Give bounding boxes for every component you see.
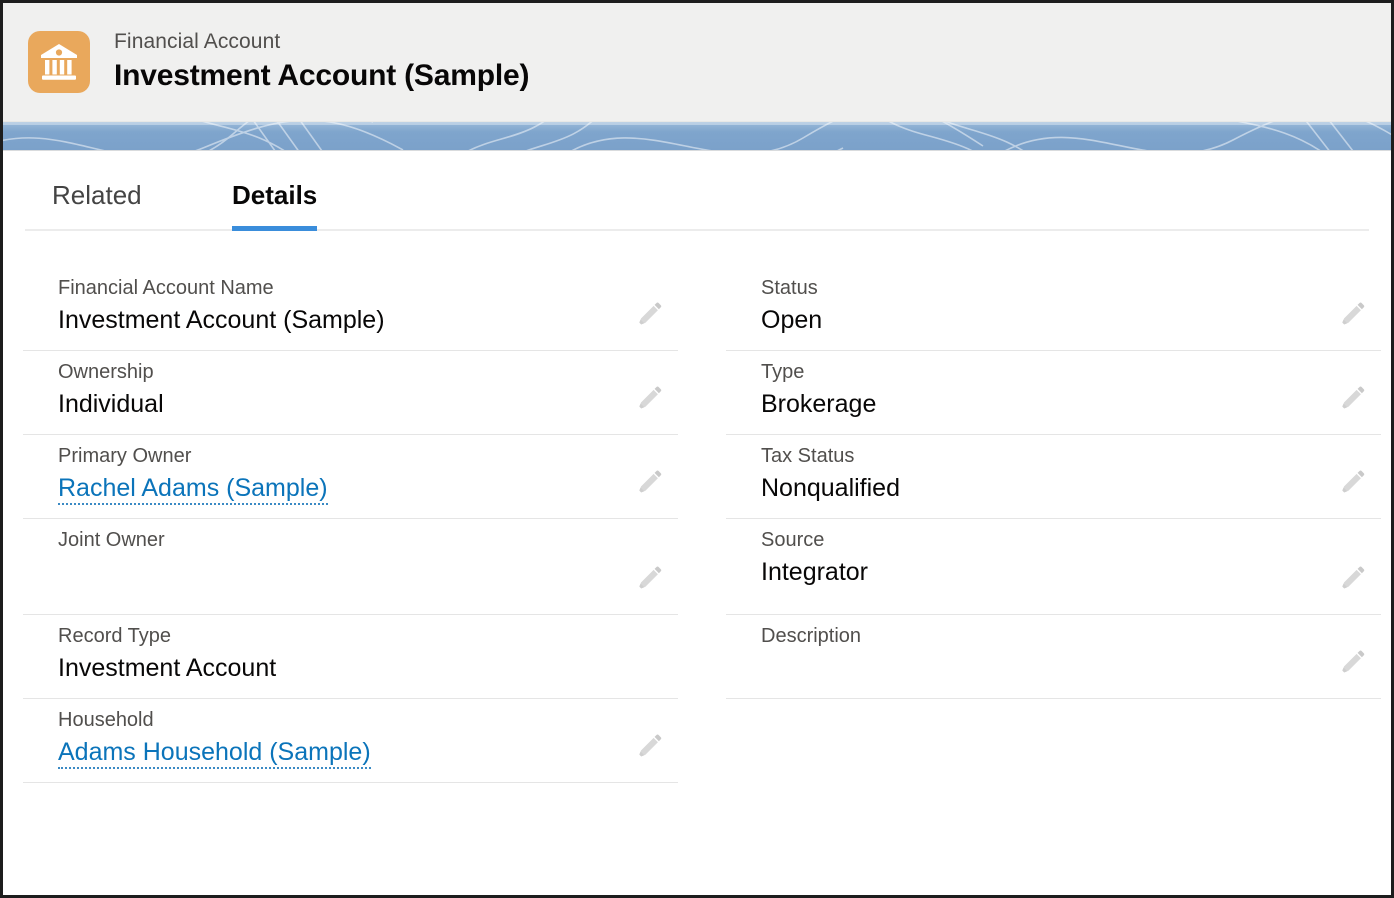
field-ownership: Ownership Individual — [23, 351, 678, 435]
field-value: Brokerage — [761, 390, 877, 418]
field-label: Source — [761, 529, 825, 551]
field-label: Joint Owner — [58, 529, 165, 551]
field-label: Description — [761, 625, 862, 647]
edit-pencil-icon[interactable] — [634, 732, 664, 762]
tab-details[interactable]: Details — [232, 180, 318, 231]
edit-pencil-icon[interactable] — [634, 468, 664, 498]
field-household: Household Adams Household (Sample) — [23, 699, 678, 783]
field-joint-owner: Joint Owner — [23, 519, 678, 615]
tab-list: Related Details — [25, 151, 1369, 231]
field-primary-owner: Primary Owner Rachel Adams (Sample) — [23, 435, 678, 519]
field-label: Tax Status — [761, 445, 855, 467]
field-value: Investment Account — [58, 654, 277, 682]
field-record-type: Record Type Investment Account — [23, 615, 678, 699]
field-tax-status: Tax Status Nonqualified — [726, 435, 1381, 519]
field-value: Nonqualified — [761, 474, 900, 502]
field-status: Status Open — [726, 267, 1381, 351]
header-text: Financial Account Investment Account (Sa… — [114, 30, 529, 94]
edit-pencil-icon[interactable] — [1337, 300, 1367, 330]
field-label: Type — [761, 361, 805, 383]
household-link[interactable]: Adams Household (Sample) — [58, 738, 371, 769]
page-title: Investment Account (Sample) — [114, 59, 530, 93]
field-type: Type Brokerage — [726, 351, 1381, 435]
edit-pencil-icon[interactable] — [634, 300, 664, 330]
field-value — [726, 653, 1381, 684]
details-panel: Financial Account Name Investment Accoun… — [3, 231, 1391, 783]
field-source: Source Integrator — [726, 519, 1381, 615]
record-header: Financial Account Investment Account (Sa… — [3, 3, 1391, 122]
field-label: Record Type — [58, 625, 172, 647]
edit-pencil-icon[interactable] — [634, 564, 664, 594]
details-right-column: Status Open Type Brokerage Tax Status No… — [726, 267, 1381, 783]
entity-type-label: Financial Account — [114, 30, 281, 54]
edit-pencil-icon[interactable] — [1337, 468, 1367, 498]
record-detail-screen: Financial Account Investment Account (Sa… — [0, 0, 1394, 898]
field-value: Investment Account (Sample) — [58, 306, 385, 334]
details-left-column: Financial Account Name Investment Accoun… — [23, 267, 678, 783]
edit-pencil-icon[interactable] — [1337, 564, 1367, 594]
field-label: Household — [58, 709, 154, 731]
edit-pencil-icon[interactable] — [1337, 648, 1367, 678]
field-description: Description — [726, 615, 1381, 699]
field-value: Individual — [58, 390, 164, 418]
field-label: Ownership — [58, 361, 154, 383]
tabset: Related Details — [3, 151, 1391, 231]
field-label: Status — [761, 277, 818, 299]
primary-owner-link[interactable]: Rachel Adams (Sample) — [58, 474, 328, 505]
band-topographic-pattern — [3, 122, 1391, 150]
field-value: Rachel Adams (Sample) — [23, 473, 678, 505]
highlights-band — [3, 122, 1391, 151]
field-label: Financial Account Name — [58, 277, 274, 299]
field-value: Open — [761, 306, 823, 334]
edit-pencil-icon[interactable] — [1337, 384, 1367, 414]
field-value: Integrator — [761, 558, 869, 586]
field-financial-account-name: Financial Account Name Investment Accoun… — [23, 267, 678, 351]
field-value: Adams Household (Sample) — [23, 737, 678, 769]
bank-icon — [28, 31, 90, 93]
field-value — [23, 557, 678, 588]
field-label: Primary Owner — [58, 445, 192, 467]
edit-pencil-icon[interactable] — [634, 384, 664, 414]
tab-related[interactable]: Related — [52, 180, 232, 229]
